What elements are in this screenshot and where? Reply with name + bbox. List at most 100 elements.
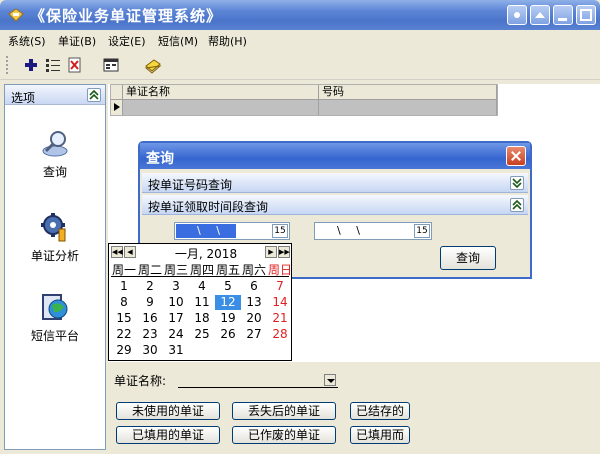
- unused-documents-button[interactable]: 未使用的单证: [116, 402, 220, 420]
- calendar-day[interactable]: 13: [241, 295, 267, 310]
- section-by-date[interactable]: 按单证领取时间段查询: [142, 195, 528, 215]
- prev-year-button[interactable]: ◀◀: [111, 246, 123, 258]
- calendar-day[interactable]: 20: [241, 311, 267, 326]
- calendar-day[interactable]: 24: [163, 327, 189, 342]
- calendar-day[interactable]: 17: [163, 311, 189, 326]
- menu-help[interactable]: 帮助(H): [208, 33, 247, 49]
- dialog-close-button[interactable]: [506, 146, 526, 166]
- panel-collapse-button[interactable]: [87, 88, 101, 102]
- calendar-day[interactable]: 10: [163, 295, 189, 310]
- next-year-button[interactable]: ▶▶: [278, 246, 290, 258]
- menu-settings[interactable]: 设定(E): [108, 33, 146, 49]
- main-window: 《保险业务单证管理系统》 系统(S) 单证(B) 设定(E) 短信(M) 帮助(…: [0, 0, 600, 454]
- left-panel-title: 选项: [11, 91, 36, 105]
- document-name-label: 单证名称:: [114, 374, 167, 388]
- query-button[interactable]: 查询: [440, 246, 496, 270]
- calendar-day[interactable]: 21: [267, 311, 293, 326]
- menu-sms[interactable]: 短信(M): [158, 33, 198, 49]
- title-bar[interactable]: 《保险业务单证管理系统》: [0, 0, 600, 30]
- collapse-section-button[interactable]: [510, 198, 524, 212]
- calendar-day[interactable]: 2: [137, 279, 163, 294]
- calendar-day[interactable]: 18: [189, 311, 215, 326]
- stored-documents-button[interactable]: 已结存的: [350, 402, 410, 420]
- bottom-panel: 单证名称: 未使用的单证 丢失后的单证 已结存的 已填用的单证 已作废的单证 已…: [108, 362, 600, 450]
- chevron-down-icon[interactable]: [324, 374, 336, 386]
- calendar-day[interactable]: 28: [267, 327, 293, 342]
- calendar-day[interactable]: 31: [163, 343, 189, 358]
- date-to-calendar-button[interactable]: 15: [414, 224, 430, 238]
- calendar-day[interactable]: 27: [241, 327, 267, 342]
- grid-corner: [111, 85, 123, 100]
- dialog-title: 查询: [146, 151, 174, 167]
- used-documents-button[interactable]: 已填用的单证: [116, 426, 220, 444]
- column-header-number[interactable]: 号码: [319, 85, 497, 100]
- calendar-day[interactable]: 11: [189, 295, 215, 310]
- prev-month-button[interactable]: ◀: [124, 246, 136, 258]
- minimize-button[interactable]: [553, 5, 573, 25]
- document-name-select[interactable]: [178, 372, 338, 388]
- calendar-day[interactable]: 6: [241, 279, 267, 294]
- calendar-popup: ◀◀ ◀ 一月, 2018 ▶ ▶▶ 周一 周二 周三 周四 周五 周六 周日 123456…: [108, 243, 292, 361]
- calendar-day[interactable]: 30: [137, 343, 163, 358]
- nav-item-analysis[interactable]: 单证分析: [5, 211, 105, 281]
- calendar-day[interactable]: 25: [189, 327, 215, 342]
- maximize-icon: [580, 9, 592, 21]
- calendar-day[interactable]: 8: [111, 295, 137, 310]
- document-grid[interactable]: 单证名称 号码: [110, 84, 498, 116]
- date-from-input[interactable]: \ \ 15: [174, 222, 290, 240]
- calendar-day[interactable]: 4: [189, 279, 215, 294]
- nav-item-query[interactable]: 查询: [5, 127, 105, 197]
- notebook-icon[interactable]: [144, 56, 162, 74]
- window-title: 《保险业务单证管理系统》: [30, 7, 223, 25]
- date-from-calendar-button[interactable]: 15: [272, 224, 288, 238]
- calendar-day-selected[interactable]: 12: [215, 295, 241, 310]
- date-to-input[interactable]: \ \ 15: [314, 222, 432, 240]
- menu-system[interactable]: 系统(S): [8, 33, 46, 49]
- help-button[interactable]: [507, 5, 527, 25]
- section-by-number[interactable]: 按单证号码查询: [142, 173, 528, 193]
- calendar-day[interactable]: 7: [267, 279, 293, 294]
- nav-label-query: 查询: [42, 165, 67, 179]
- calendar-day[interactable]: 5: [215, 279, 241, 294]
- add-icon[interactable]: [22, 56, 40, 74]
- calendar-divider: [111, 276, 289, 277]
- double-chevron-up-icon: [89, 89, 99, 100]
- calendar-day[interactable]: 3: [163, 279, 189, 294]
- lost-documents-button[interactable]: 丢失后的单证: [232, 402, 336, 420]
- delete-document-icon[interactable]: [66, 56, 84, 74]
- calendar-day[interactable]: 23: [137, 327, 163, 342]
- grid-cell-number[interactable]: [319, 100, 497, 115]
- dialog-title-bar[interactable]: 查询: [140, 143, 530, 169]
- menu-document[interactable]: 单证(B): [58, 33, 96, 49]
- expand-section-button[interactable]: [510, 176, 524, 190]
- calendar-day[interactable]: 1: [111, 279, 137, 294]
- left-panel: 选项 查询 单证分析 短信平台: [4, 84, 106, 450]
- next-month-button[interactable]: ▶: [265, 246, 277, 258]
- calendar-day[interactable]: 26: [215, 327, 241, 342]
- column-header-name[interactable]: 单证名称: [123, 85, 319, 100]
- calendar-day[interactable]: 22: [111, 327, 137, 342]
- calendar-day[interactable]: 15: [111, 311, 137, 326]
- section-by-date-label: 按单证领取时间段查询: [148, 200, 269, 214]
- toolbar-grip[interactable]: [6, 56, 9, 74]
- list-icon[interactable]: [44, 56, 62, 74]
- rollup-button[interactable]: [530, 5, 550, 25]
- voided-documents-button[interactable]: 已作废的单证: [232, 426, 336, 444]
- calendar-day[interactable]: 16: [137, 311, 163, 326]
- toolbar: [0, 50, 600, 80]
- calendar-day[interactable]: 29: [111, 343, 137, 358]
- gear-analysis-icon: [41, 213, 66, 242]
- form-icon[interactable]: [102, 56, 120, 74]
- nav-item-sms[interactable]: 短信平台: [5, 291, 105, 361]
- calendar-day[interactable]: 9: [137, 295, 163, 310]
- grid-cell-name[interactable]: [123, 100, 319, 115]
- dot-icon: [514, 12, 520, 18]
- calendar-day[interactable]: 19: [215, 311, 241, 326]
- calendar-day[interactable]: 14: [267, 295, 293, 310]
- calendar-month: 一月, 2018: [174, 247, 238, 261]
- section-by-number-label: 按单证号码查询: [148, 178, 233, 192]
- maximize-button[interactable]: [576, 5, 596, 25]
- app-logo-icon: [8, 8, 24, 22]
- used-partial-button[interactable]: 已填用而: [350, 426, 410, 444]
- double-chevron-up-icon: [512, 199, 522, 210]
